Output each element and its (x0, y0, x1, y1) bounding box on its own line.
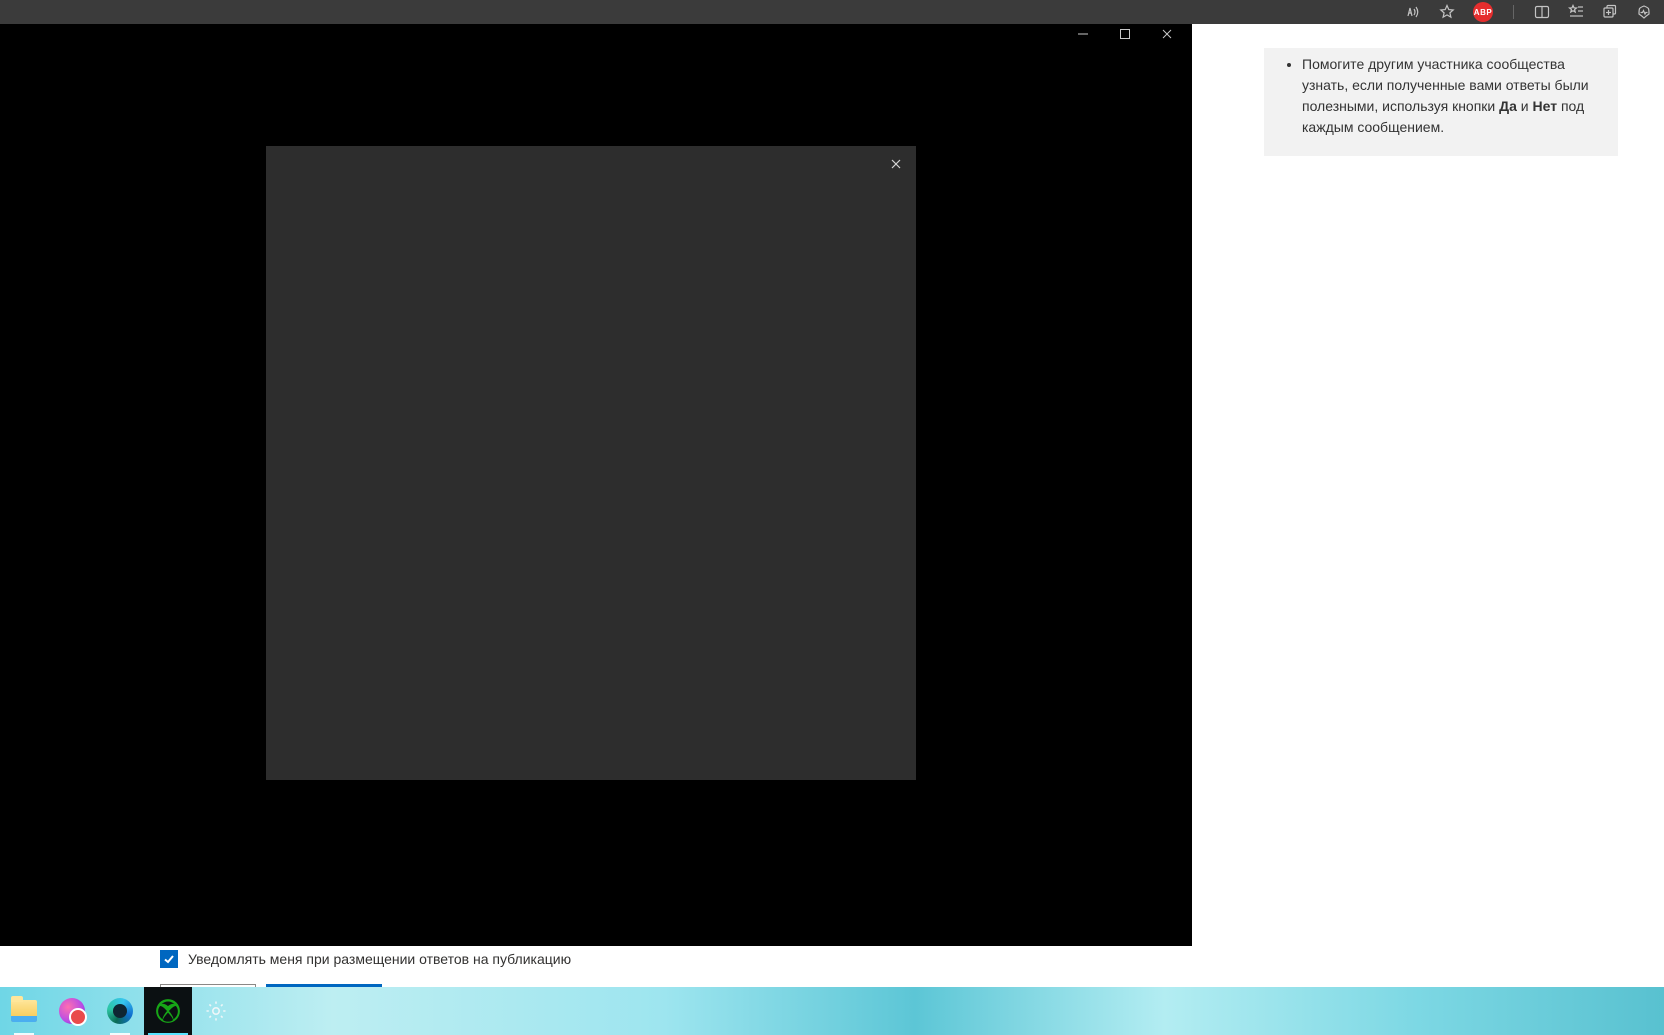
windows-taskbar (0, 987, 1664, 1035)
notify-label: Уведомлять меня при размещении ответов н… (188, 951, 571, 967)
help-tip-yes: Да (1499, 98, 1517, 114)
embedded-minimize-button[interactable] (1076, 27, 1090, 41)
favorite-star-icon[interactable] (1439, 4, 1455, 20)
browser-toolbar: ABP (0, 0, 1664, 24)
taskbar-xbox[interactable] (144, 987, 192, 1035)
collections-icon[interactable] (1602, 4, 1618, 20)
help-tip-item: Помогите другим участника сообщества узн… (1302, 54, 1600, 138)
abp-extension-icon[interactable]: ABP (1473, 2, 1493, 22)
page-content: Помогите другим участника сообщества узн… (0, 24, 1664, 995)
embedded-close-button[interactable] (1160, 27, 1174, 41)
embedded-window-controls (1058, 24, 1192, 44)
embedded-modal-close-icon[interactable] (890, 158, 902, 170)
toolbar-divider (1513, 5, 1514, 19)
help-info-panel: Помогите другим участника сообщества узн… (1264, 48, 1618, 156)
browser-essentials-icon[interactable] (1636, 4, 1652, 20)
split-screen-icon[interactable] (1534, 4, 1550, 20)
embedded-modal (266, 146, 916, 780)
notify-row: Уведомлять меня при размещении ответов н… (160, 950, 1160, 968)
taskbar-file-explorer[interactable] (0, 987, 48, 1035)
notify-checkbox[interactable] (160, 950, 178, 968)
taskbar-settings[interactable] (192, 987, 240, 1035)
taskbar-chat[interactable] (48, 987, 96, 1035)
edge-icon (107, 998, 133, 1024)
embedded-maximize-button[interactable] (1118, 27, 1132, 41)
read-aloud-icon[interactable] (1405, 4, 1421, 20)
chat-icon (59, 998, 85, 1024)
help-tip-no: Нет (1533, 98, 1558, 114)
file-explorer-icon (11, 1000, 37, 1022)
xbox-icon (153, 996, 183, 1026)
favorites-list-icon[interactable] (1568, 4, 1584, 20)
gear-icon (204, 999, 228, 1023)
embedded-app-screenshot (0, 24, 1192, 946)
taskbar-edge[interactable] (96, 987, 144, 1035)
help-tip-text-mid: и (1517, 98, 1533, 114)
